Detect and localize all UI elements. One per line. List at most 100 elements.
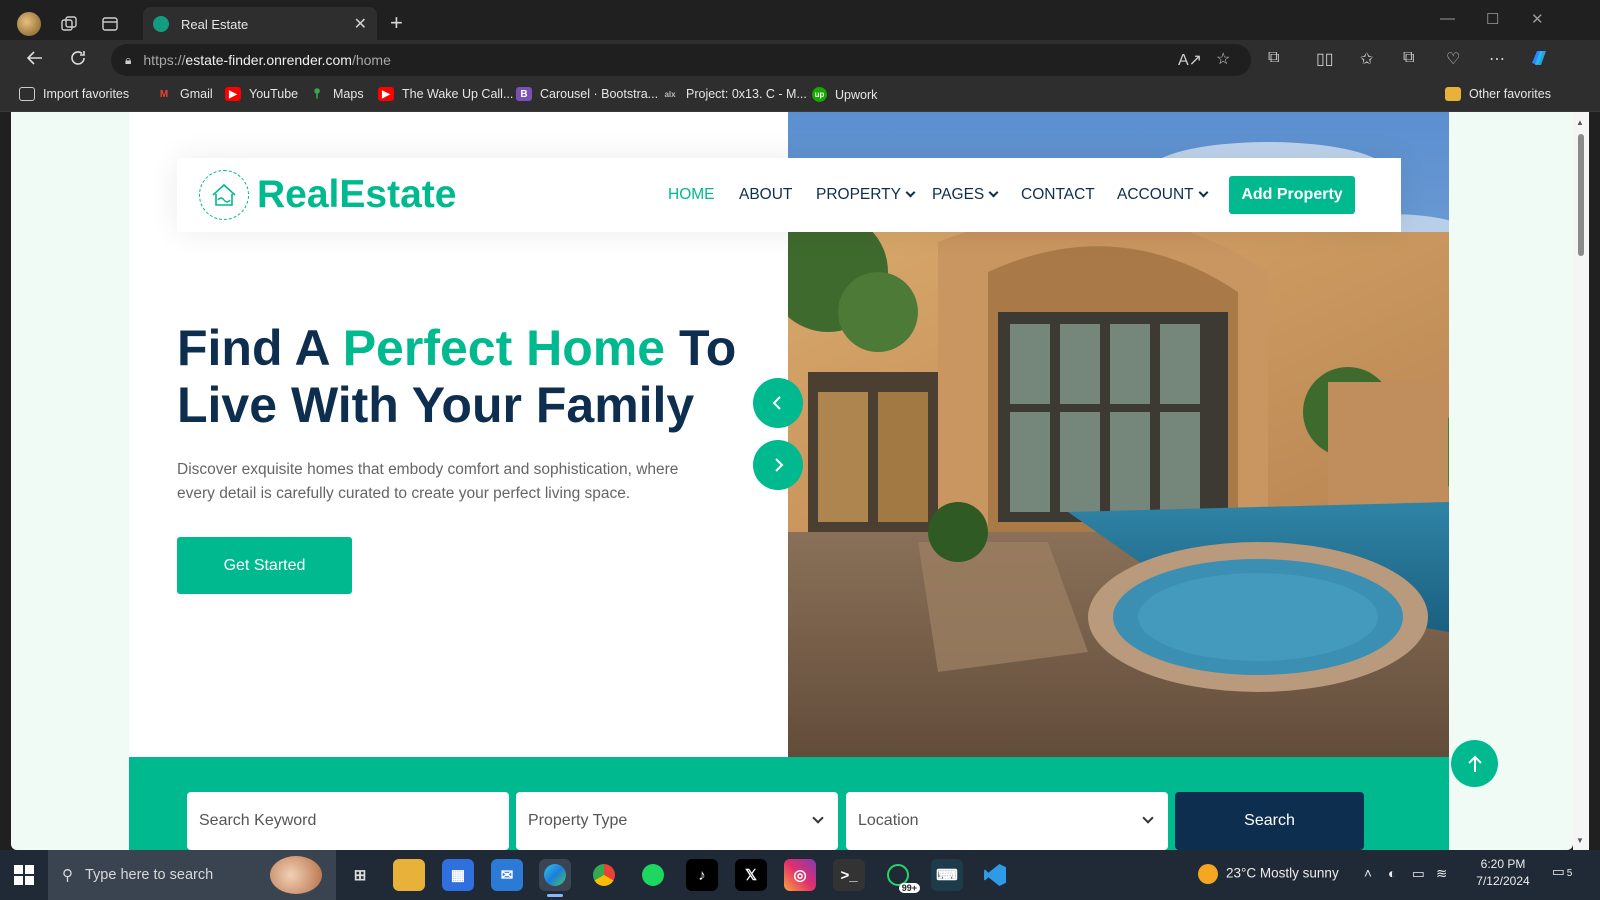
task-view-icon[interactable]: ⊞ xyxy=(344,859,376,891)
meet-icon[interactable]: ◐ xyxy=(1388,866,1396,881)
tiktok-icon[interactable]: ♪ xyxy=(686,859,718,891)
browser-essentials-icon[interactable]: ♡ xyxy=(1446,49,1460,69)
notifications-icon[interactable]: ▭ 5 xyxy=(1552,864,1572,880)
collections-icon[interactable]: ⧉ xyxy=(1403,49,1414,67)
bookmark-import-favorites[interactable]: Import favorites xyxy=(19,87,129,101)
taskbar-clock[interactable]: 6:20 PM 7/12/2024 xyxy=(1464,856,1542,890)
nav-home[interactable]: HOME xyxy=(668,186,715,204)
minimize-icon[interactable]: — xyxy=(1440,10,1455,27)
scroll-down-icon[interactable]: ▼ xyxy=(1576,836,1584,845)
back-icon[interactable] xyxy=(25,48,45,74)
bookmark-label: Carousel · Bootstra... xyxy=(540,87,659,101)
maximize-icon[interactable]: ☐ xyxy=(1486,10,1499,28)
page-scrollbar[interactable]: ▲ ▼ xyxy=(1573,112,1589,850)
location-select[interactable]: Location xyxy=(846,792,1168,850)
location-label: Location xyxy=(858,812,919,829)
weather-widget[interactable]: 23°C Mostly sunny xyxy=(1198,864,1339,884)
edge-browser-icon[interactable] xyxy=(539,859,571,897)
clock-time: 6:20 PM xyxy=(1480,857,1526,871)
url-scheme: https:// xyxy=(143,52,186,68)
nav-contact[interactable]: CONTACT xyxy=(1021,186,1095,204)
extensions-icon[interactable]: ⧉ xyxy=(1268,49,1279,67)
nav-about[interactable]: ABOUT xyxy=(739,186,792,204)
read-aloud-icon[interactable]: A↗ xyxy=(1178,50,1202,70)
carousel-next-button[interactable] xyxy=(753,440,803,490)
hero-headline: Find A Perfect Home To Live With Your Fa… xyxy=(177,320,777,434)
youtube-icon: ▶ xyxy=(378,87,394,101)
microsoft-store-icon[interactable]: ▦ xyxy=(442,859,474,891)
chevron-down-icon xyxy=(812,812,824,824)
bookmark-label: Upwork xyxy=(835,87,878,102)
search-section: Search Keyword Property Type Location Se… xyxy=(129,757,1449,850)
chevron-down-icon xyxy=(1142,812,1154,824)
vscode-icon[interactable] xyxy=(979,859,1011,891)
nav-property[interactable]: PROPERTY xyxy=(816,186,916,204)
copilot-icon[interactable] xyxy=(1528,47,1550,74)
scroll-thumb[interactable] xyxy=(1578,134,1584,256)
chevron-down-icon xyxy=(988,187,999,198)
chevron-down-icon xyxy=(905,187,916,198)
x-icon[interactable]: 𝕏 xyxy=(735,859,767,891)
bookmark-label: Project: 0x13. C - M... xyxy=(686,87,807,101)
mail-icon[interactable]: ✉ xyxy=(491,859,523,891)
taskbar-search-box[interactable]: ⚲ Type here to search xyxy=(48,850,336,900)
bookmark-maps[interactable]: 📍︎ Maps xyxy=(309,87,364,101)
bookmark-gmail[interactable]: M Gmail xyxy=(156,87,213,101)
profile-avatar[interactable] xyxy=(17,12,41,36)
bookmark-youtube[interactable]: ▶ YouTube xyxy=(225,87,298,101)
property-type-select[interactable]: Property Type xyxy=(516,792,838,850)
page-container: RealEstate HOME ABOUT PROPERTY PAGES CON… xyxy=(129,112,1449,850)
tab-actions-icon[interactable] xyxy=(98,12,122,36)
more-menu-icon[interactable]: ⋯ xyxy=(1489,49,1505,69)
search-highlight-image xyxy=(270,856,322,894)
windows-start-icon[interactable] xyxy=(14,865,34,890)
brand-logo[interactable]: RealEstate xyxy=(199,170,456,220)
instagram-icon[interactable]: ◎ xyxy=(784,859,816,891)
other-favorites-label: Other favorites xyxy=(1469,87,1551,101)
scroll-up-icon[interactable]: ▲ xyxy=(1576,118,1584,127)
favorite-star-icon[interactable]: ☆ xyxy=(1216,49,1230,69)
youtube-icon: ▶ xyxy=(225,87,241,101)
favorites-icon[interactable]: ✩ xyxy=(1360,49,1373,69)
workspaces-icon[interactable] xyxy=(57,12,81,36)
whatsapp-icon[interactable]: 99+ xyxy=(882,859,920,893)
chevron-down-icon xyxy=(1198,187,1209,198)
bookmark-wake-up-call[interactable]: ▶ The Wake Up Call... xyxy=(378,87,513,101)
search-button[interactable]: Search xyxy=(1175,792,1364,850)
lock-icon[interactable]: 🔒︎ xyxy=(125,53,131,68)
nav-account[interactable]: ACCOUNT xyxy=(1117,186,1209,204)
nav-pages[interactable]: PAGES xyxy=(932,186,999,204)
window-close-icon[interactable]: ✕ xyxy=(1531,10,1544,28)
wifi-icon[interactable]: ≋ xyxy=(1436,866,1447,882)
reload-icon[interactable] xyxy=(68,48,88,74)
get-started-button[interactable]: Get Started xyxy=(177,537,352,594)
other-favorites[interactable]: Other favorites xyxy=(1445,87,1551,101)
chrome-icon[interactable] xyxy=(588,859,620,891)
bookmark-carousel-bootstrap[interactable]: B Carousel · Bootstra... xyxy=(516,87,658,101)
bookmark-label: The Wake Up Call... xyxy=(402,87,514,101)
spotify-icon[interactable] xyxy=(637,859,669,891)
carousel-prev-button[interactable] xyxy=(753,378,803,428)
address-bar[interactable]: 🔒︎ https://estate-finder.onrender.com/ho… xyxy=(111,44,1251,76)
clock-date: 7/12/2024 xyxy=(1476,874,1530,888)
tab-close-icon[interactable]: ✕ xyxy=(354,14,367,34)
weather-icon xyxy=(1198,864,1218,884)
split-screen-icon[interactable]: ▯▯ xyxy=(1316,49,1334,69)
add-property-button[interactable]: Add Property xyxy=(1229,176,1355,214)
gmail-icon: M xyxy=(159,88,169,100)
terminal-icon[interactable]: >_ xyxy=(833,859,865,891)
show-hidden-icons-icon[interactable]: ˄ xyxy=(1364,866,1372,881)
app-icon[interactable]: ⌨ xyxy=(931,859,963,891)
file-explorer-icon[interactable] xyxy=(393,859,425,891)
back-to-top-button[interactable] xyxy=(1451,740,1498,787)
tab-title: Real Estate xyxy=(181,16,249,32)
browser-tab[interactable]: Real Estate ✕ xyxy=(143,7,377,41)
bookmark-project[interactable]: alx Project: 0x13. C - M... xyxy=(662,87,807,101)
battery-icon[interactable]: ▭ xyxy=(1412,866,1425,882)
chevron-right-icon xyxy=(775,458,784,472)
taskbar-search-placeholder: Type here to search xyxy=(85,867,214,883)
page-viewport: RealEstate HOME ABOUT PROPERTY PAGES CON… xyxy=(11,112,1573,850)
bookmark-upwork[interactable]: up Upwork xyxy=(812,87,877,102)
search-keyword-input[interactable]: Search Keyword xyxy=(187,792,509,850)
new-tab-icon[interactable]: + xyxy=(390,12,403,34)
